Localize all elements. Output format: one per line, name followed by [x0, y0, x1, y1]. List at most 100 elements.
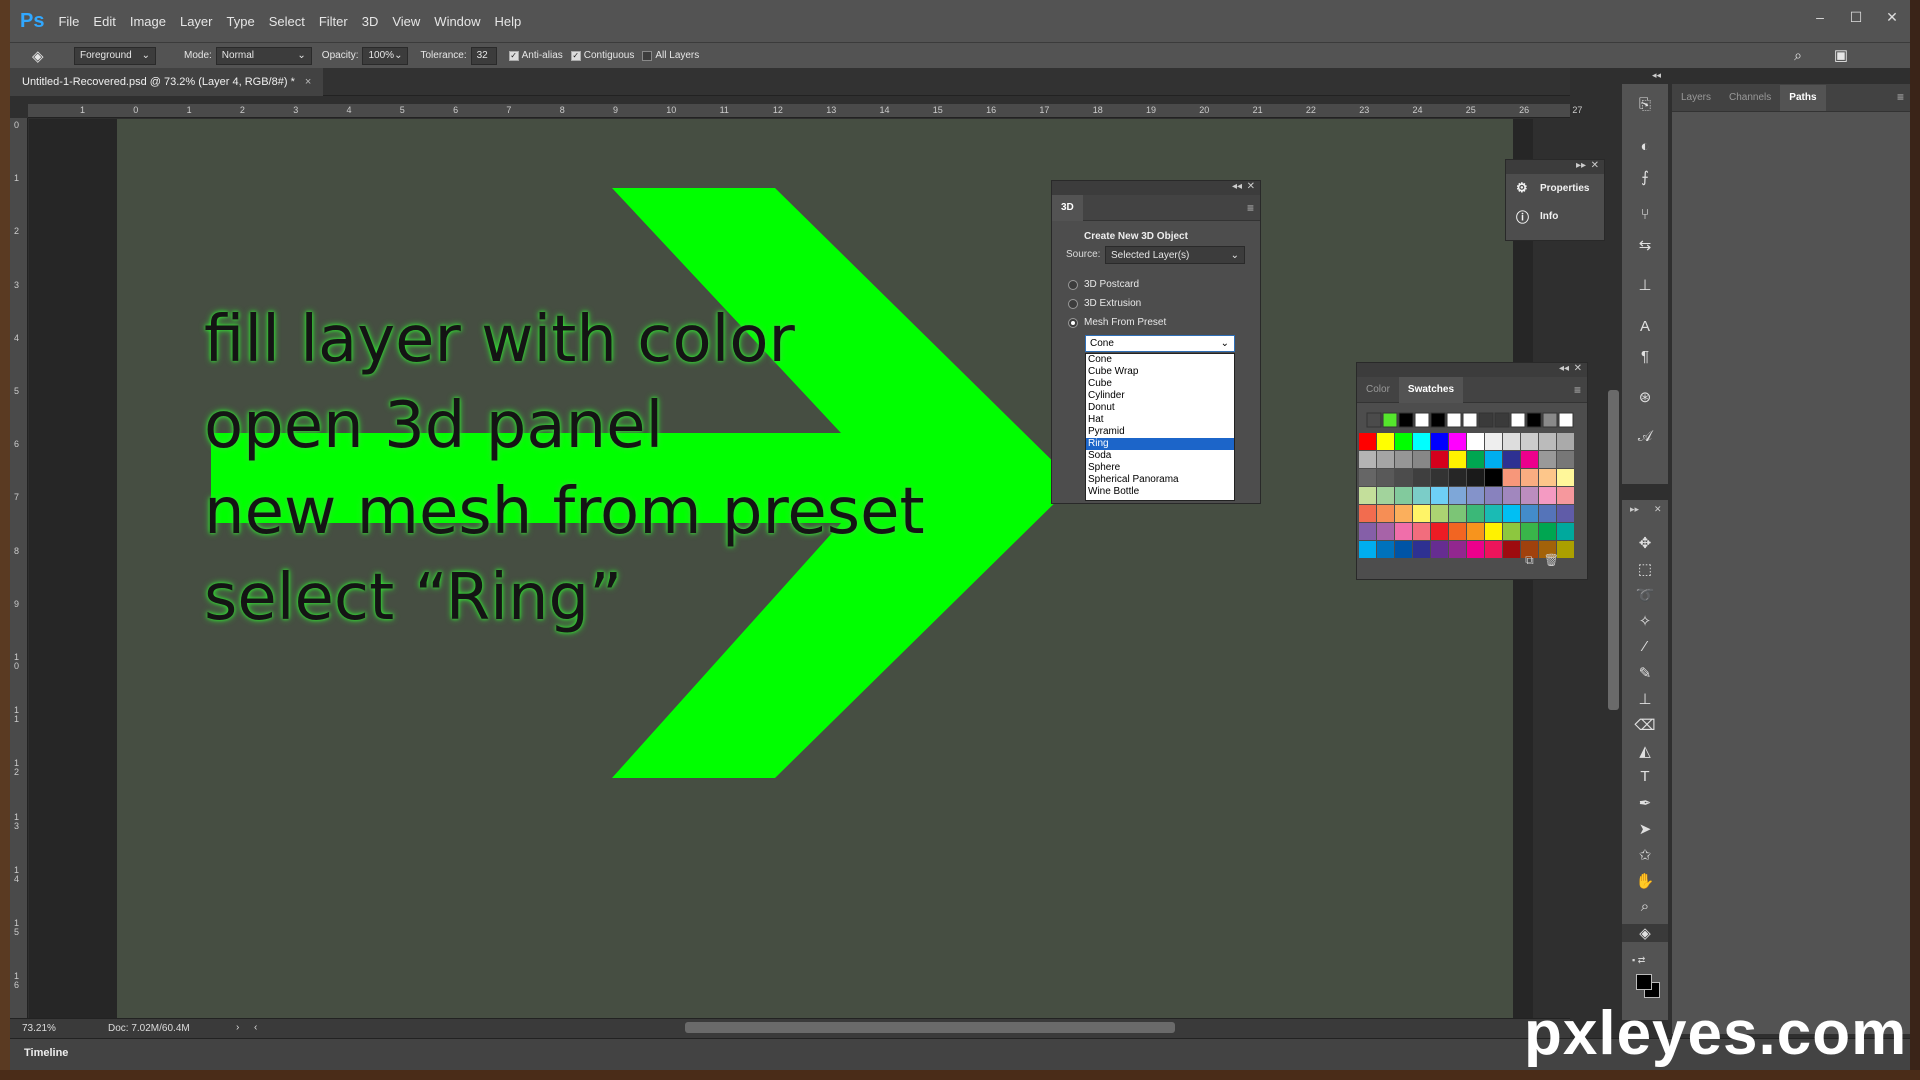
swatch[interactable] — [1478, 412, 1494, 428]
mesh-preset-option[interactable]: Ring — [1086, 438, 1234, 450]
swatch[interactable] — [1539, 433, 1556, 450]
swatch[interactable] — [1377, 469, 1394, 486]
swatch[interactable] — [1449, 469, 1466, 486]
paragraph-icon[interactable]: ¶ — [1622, 348, 1668, 365]
swatch[interactable] — [1413, 451, 1430, 468]
swatch[interactable] — [1467, 523, 1484, 540]
swatch[interactable] — [1557, 433, 1574, 450]
swatch[interactable] — [1485, 469, 1502, 486]
mode-dropdown[interactable]: Normal ⌄ — [215, 46, 312, 65]
swatch[interactable] — [1395, 487, 1412, 504]
mesh-preset-option[interactable]: Cone — [1086, 354, 1234, 366]
history-icon[interactable]: ⎘ — [1622, 96, 1668, 113]
swatch[interactable] — [1503, 469, 1520, 486]
swatch[interactable] — [1449, 433, 1466, 450]
swatch[interactable] — [1503, 505, 1520, 522]
swatch[interactable] — [1359, 505, 1376, 522]
swatch[interactable] — [1366, 412, 1382, 428]
hand-tool-icon[interactable]: ✋ — [1622, 872, 1668, 890]
swatch[interactable] — [1413, 523, 1430, 540]
menu-edit[interactable]: Edit — [93, 14, 115, 29]
paint-bucket-tool-icon[interactable]: ◈ — [1622, 924, 1668, 942]
swatch[interactable] — [1467, 541, 1484, 558]
swatch[interactable] — [1359, 469, 1376, 486]
swatch[interactable] — [1467, 451, 1484, 468]
mesh-preset-option[interactable]: Cube Wrap — [1086, 366, 1234, 378]
tab-layers[interactable]: Layers — [1672, 85, 1720, 111]
anti-alias-checkbox[interactable]: ✓ — [508, 50, 519, 61]
swatch[interactable] — [1398, 412, 1414, 428]
swatch[interactable] — [1414, 412, 1430, 428]
maximize-button[interactable]: ☐ — [1838, 0, 1874, 34]
menu-help[interactable]: Help — [495, 14, 522, 29]
swatch[interactable] — [1377, 433, 1394, 450]
swatch[interactable] — [1467, 505, 1484, 522]
menu-window[interactable]: Window — [434, 14, 480, 29]
swatch[interactable] — [1395, 451, 1412, 468]
source-dropdown[interactable]: Selected Layer(s) ⌄ — [1105, 246, 1245, 264]
stamp-tool-icon[interactable]: ⊥ — [1622, 690, 1668, 708]
document-tab[interactable]: Untitled-1-Recovered.psd @ 73.2% (Layer … — [10, 68, 324, 96]
close-tab-icon[interactable]: × — [305, 76, 311, 88]
swatch[interactable] — [1485, 505, 1502, 522]
swatch[interactable] — [1557, 451, 1574, 468]
swatch[interactable] — [1413, 433, 1430, 450]
delete-swatch-icon[interactable]: 🗑 — [1544, 553, 1559, 567]
info-button[interactable]: ⓘ Info — [1506, 202, 1604, 230]
workspace-icon[interactable]: ▣ — [1834, 46, 1848, 64]
swatch[interactable] — [1558, 412, 1574, 428]
swatch[interactable] — [1521, 487, 1538, 504]
swatch[interactable] — [1359, 487, 1376, 504]
swatch[interactable] — [1431, 451, 1448, 468]
mesh-preset-option[interactable]: Wine Bottle — [1086, 486, 1234, 498]
horizontal-scrollbar[interactable] — [685, 1022, 1175, 1033]
swatch[interactable] — [1446, 412, 1462, 428]
path-selection-tool-icon[interactable]: ➤ — [1622, 820, 1668, 838]
scroll-left-icon[interactable]: ‹ — [254, 1022, 257, 1033]
expand-tools-icon[interactable]: ▸▸ — [1630, 504, 1639, 515]
swatch[interactable] — [1449, 487, 1466, 504]
character-icon[interactable]: A — [1622, 318, 1668, 335]
swatch[interactable] — [1359, 523, 1376, 540]
gradient-tool-icon[interactable]: ◭ — [1622, 742, 1668, 760]
swatch[interactable] — [1449, 523, 1466, 540]
type-tool-icon[interactable]: T — [1622, 768, 1668, 785]
swatch[interactable] — [1431, 523, 1448, 540]
mesh-preset-option[interactable]: Cylinder — [1086, 390, 1234, 402]
mesh-preset-option[interactable]: Soda — [1086, 450, 1234, 462]
swatch[interactable] — [1431, 433, 1448, 450]
swatch[interactable] — [1485, 523, 1502, 540]
swatch[interactable] — [1359, 541, 1376, 558]
swatch[interactable] — [1539, 469, 1556, 486]
swatch[interactable] — [1485, 433, 1502, 450]
swatch[interactable] — [1510, 412, 1526, 428]
swatch[interactable] — [1377, 505, 1394, 522]
foreground-color-swatch[interactable] — [1636, 974, 1652, 990]
swatch[interactable] — [1377, 523, 1394, 540]
swatch[interactable] — [1557, 469, 1574, 486]
brush-settings-icon[interactable]: ⑂ — [1622, 206, 1668, 223]
swatch[interactable] — [1431, 487, 1448, 504]
move-tool-icon[interactable]: ✥ — [1622, 534, 1668, 552]
swatch[interactable] — [1377, 487, 1394, 504]
mesh-preset-option[interactable]: Cube — [1086, 378, 1234, 390]
swatch[interactable] — [1503, 451, 1520, 468]
lasso-tool-icon[interactable]: ➰ — [1622, 586, 1668, 604]
swatch[interactable] — [1449, 505, 1466, 522]
collapse-panel-icon[interactable]: ◂◂ — [1232, 181, 1242, 192]
menu-view[interactable]: View — [392, 14, 420, 29]
swatch[interactable] — [1521, 433, 1538, 450]
swatch[interactable] — [1539, 523, 1556, 540]
menu-filter[interactable]: Filter — [319, 14, 348, 29]
close-panel-icon[interactable]: ✕ — [1247, 181, 1255, 192]
document-canvas[interactable]: fill layer with color open 3d panel new … — [117, 119, 1513, 1018]
swatch[interactable] — [1503, 541, 1520, 558]
swatch[interactable] — [1521, 523, 1538, 540]
mesh-preset-option[interactable]: Sphere — [1086, 462, 1234, 474]
menu-3d[interactable]: 3D — [362, 14, 379, 29]
swatch[interactable] — [1377, 541, 1394, 558]
swatch[interactable] — [1539, 487, 1556, 504]
tab-channels[interactable]: Channels — [1720, 85, 1780, 111]
minimize-button[interactable]: – — [1802, 0, 1838, 34]
brush-tool-icon[interactable]: ✎ — [1622, 664, 1668, 682]
